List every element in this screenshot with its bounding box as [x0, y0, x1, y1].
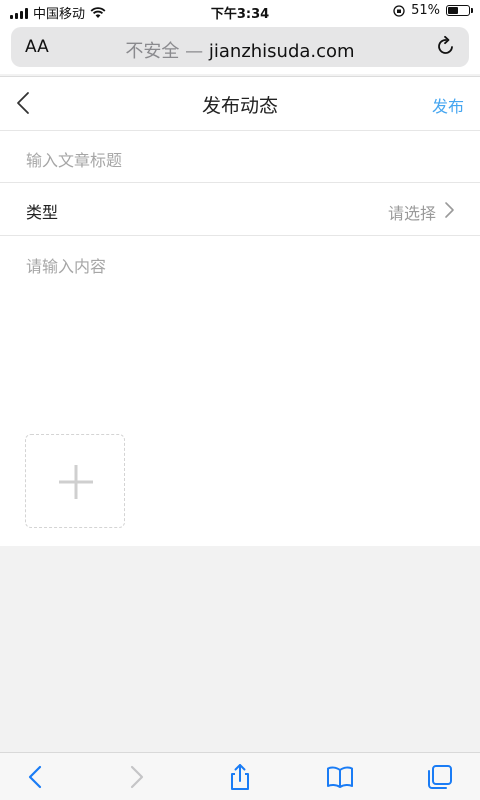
battery-fill [448, 7, 458, 14]
orientation-lock-icon [393, 4, 405, 17]
article-title-field[interactable]: 输入文章标题 [0, 131, 480, 183]
address-bar[interactable]: AA 不安全 — jianzhisuda.com [11, 27, 469, 67]
status-right: 51% [393, 3, 473, 18]
insecure-label: 不安全 — [125, 41, 204, 62]
chevron-right-icon [445, 202, 454, 218]
domain-label: jianzhisuda.com [208, 41, 355, 62]
content-field[interactable]: 请输入内容 [26, 253, 106, 277]
type-selector[interactable]: 类型 请选择 [0, 183, 480, 236]
type-label: 类型 [26, 203, 59, 222]
plus-icon [59, 465, 93, 499]
title-placeholder: 输入文章标题 [26, 151, 123, 170]
url-display[interactable]: 不安全 — jianzhisuda.com [11, 37, 469, 63]
share-icon[interactable] [226, 763, 254, 791]
book-icon[interactable] [326, 763, 354, 791]
image-upload-button[interactable] [25, 434, 125, 528]
web-page: 发布动态 发布 输入文章标题 类型 请选择 请输入内容 [0, 76, 480, 546]
page-title: 发布动态 [201, 95, 278, 117]
tabs-icon[interactable] [426, 763, 454, 791]
reload-icon[interactable] [435, 35, 457, 57]
browser-forward-button[interactable] [122, 763, 150, 791]
battery-percent: 51% [411, 3, 440, 18]
publish-button[interactable]: 发布 [432, 93, 464, 117]
content-placeholder: 请输入内容 [26, 257, 107, 276]
nav-bar: 发布动态 发布 [0, 77, 480, 131]
type-value: 请选择 [387, 204, 436, 223]
battery-icon [446, 5, 473, 16]
browser-address-area: AA 不安全 — jianzhisuda.com [0, 22, 480, 74]
browser-back-button[interactable] [22, 763, 50, 791]
status-bar: 中国移动 下午3:34 51% [0, 0, 480, 22]
browser-toolbar [0, 752, 480, 800]
